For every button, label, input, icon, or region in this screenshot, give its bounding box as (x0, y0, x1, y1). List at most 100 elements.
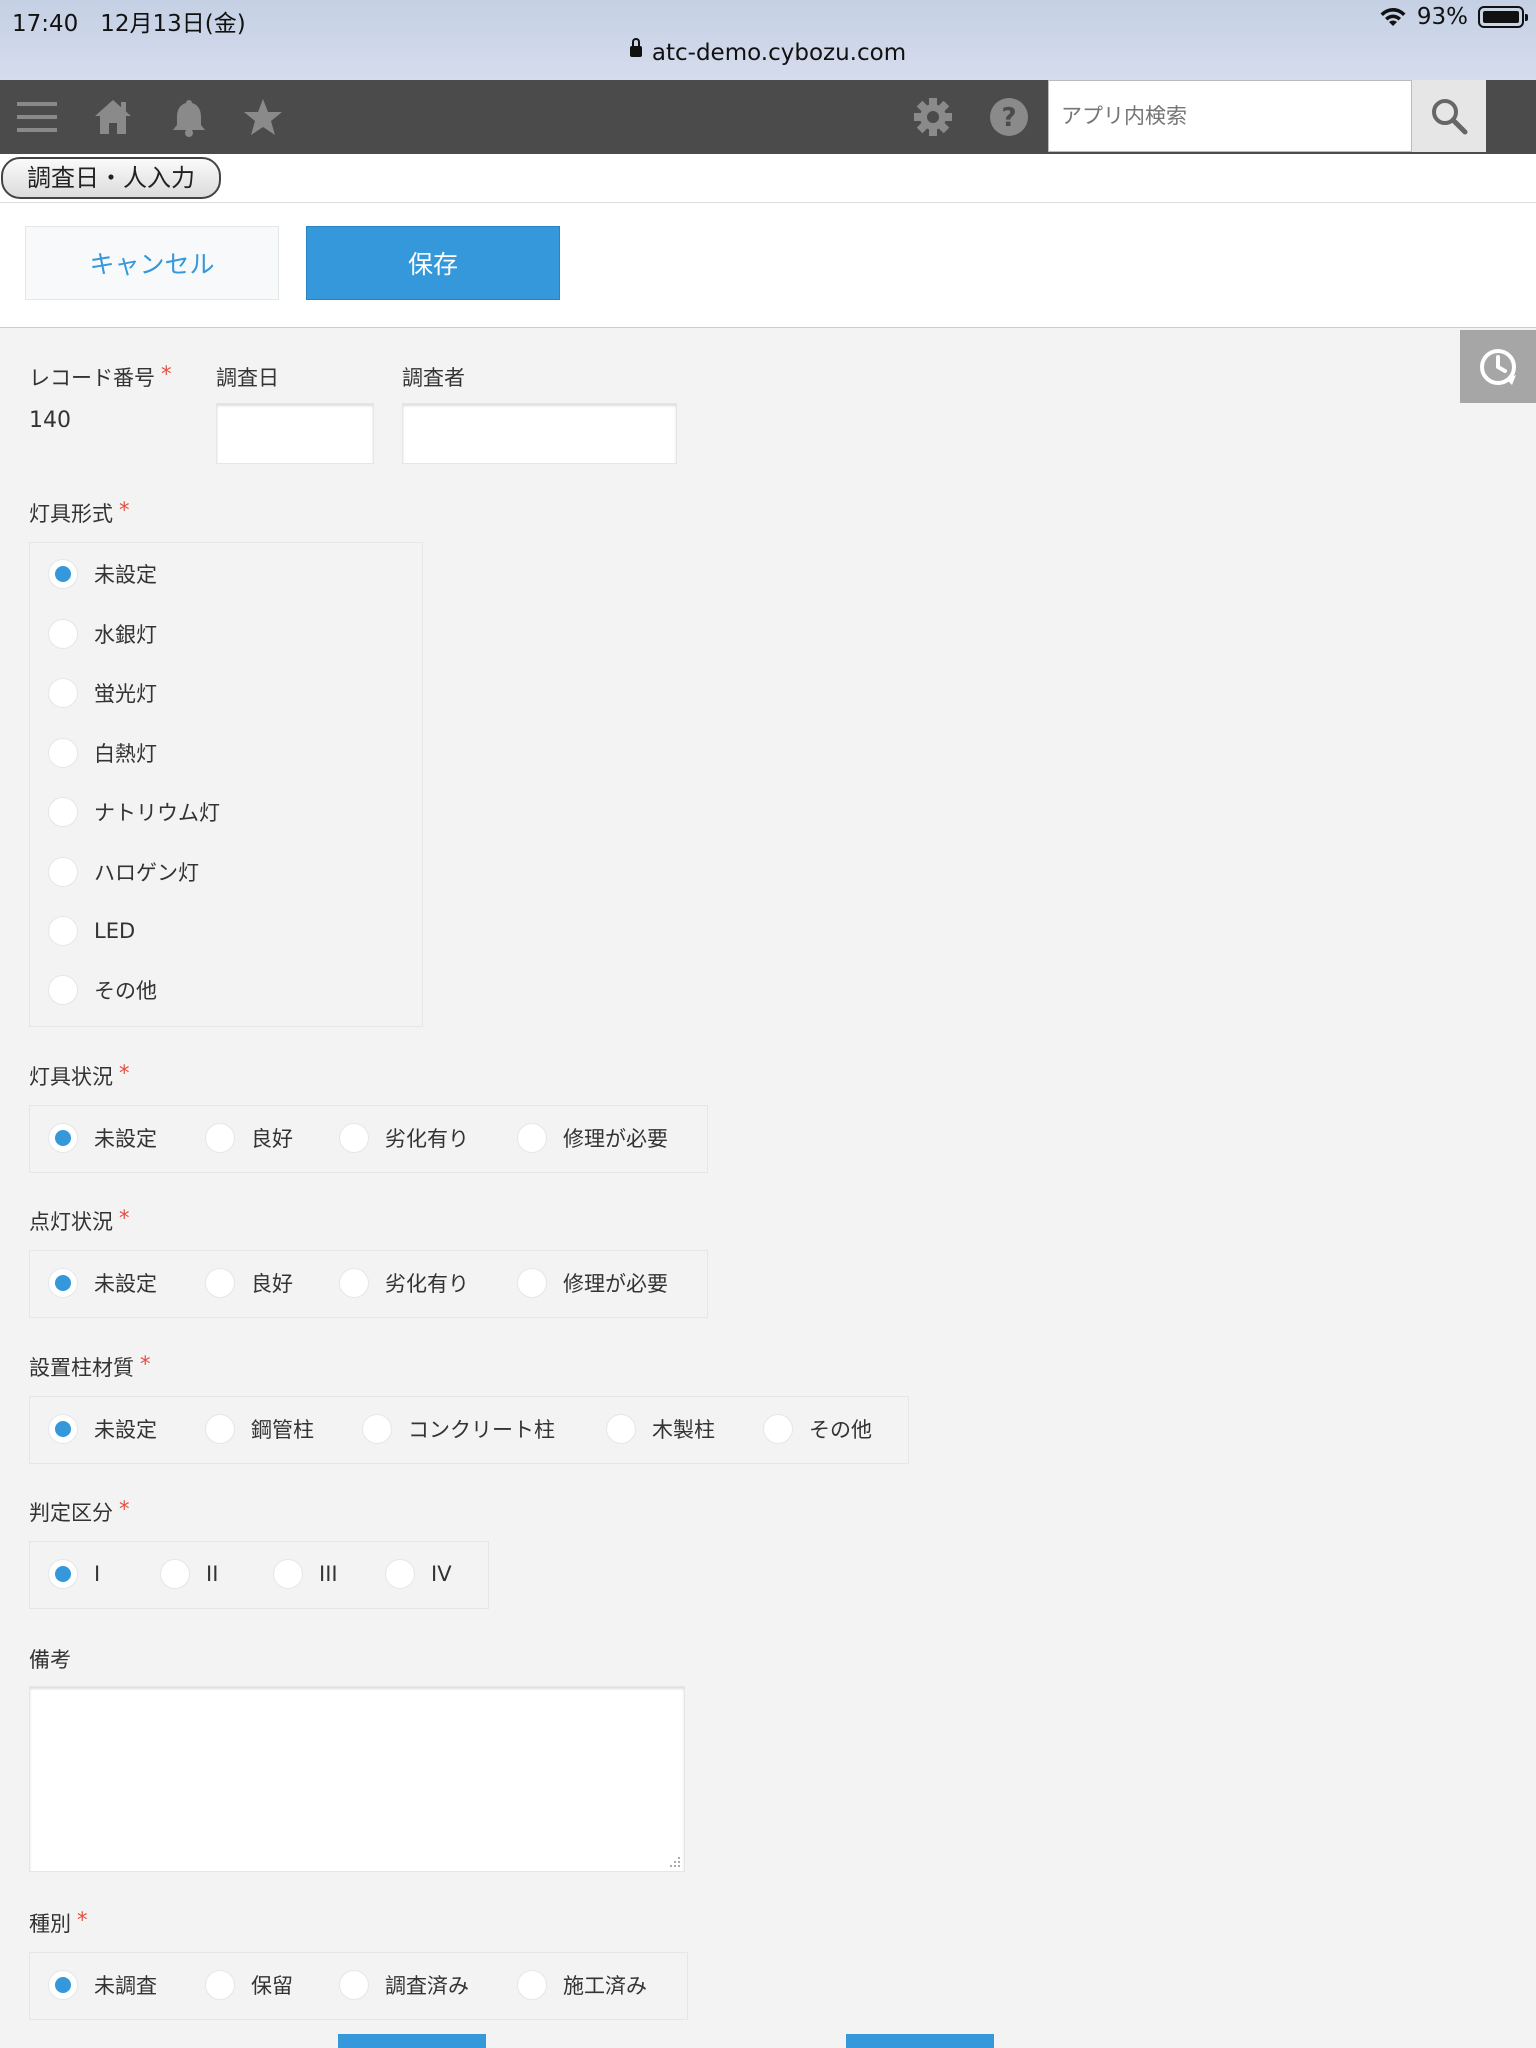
pole-material-option[interactable]: 鋼管柱 (205, 1414, 314, 1444)
star-icon[interactable] (240, 80, 286, 154)
radio-button[interactable] (160, 1559, 190, 1589)
record-number-value: 140 (29, 408, 71, 433)
fixture-type-option[interactable]: 水銀灯 (48, 619, 157, 649)
radio-button[interactable] (273, 1559, 303, 1589)
fixture-condition-option[interactable]: 良好 (205, 1123, 293, 1153)
radio-button[interactable] (48, 678, 78, 708)
fixture-condition-radio-group: 未設定 良好 劣化有り 修理が必要 (29, 1105, 708, 1173)
radio-button[interactable] (362, 1414, 392, 1444)
radio-button[interactable] (763, 1414, 793, 1444)
date: 12月13日(金) (100, 11, 246, 37)
radio-button[interactable] (48, 1559, 78, 1589)
lighting-condition-option[interactable]: 劣化有り (339, 1268, 469, 1298)
bottom-button-left[interactable] (338, 2034, 486, 2048)
lighting-condition-radio-group: 未設定 良好 劣化有り 修理が必要 (29, 1250, 708, 1318)
url-text: atc-demo.cybozu.com (651, 40, 907, 66)
radio-button[interactable] (48, 916, 78, 946)
lighting-condition-option[interactable]: 修理が必要 (517, 1268, 668, 1298)
save-button[interactable]: 保存 (306, 226, 560, 300)
judgment-option[interactable]: IV (385, 1559, 452, 1589)
clock: 17:40 (12, 11, 79, 37)
bottom-button-right[interactable] (846, 2034, 994, 2048)
app-title-bar: 調査日・人入力 (0, 154, 1536, 203)
remarks-label: 備考 (29, 1648, 71, 1672)
judgment-option[interactable]: III (273, 1559, 338, 1589)
app-search-field[interactable] (1048, 80, 1412, 152)
category-option[interactable]: 調査済み (339, 1970, 469, 2000)
radio-button[interactable] (205, 1123, 235, 1153)
pole-material-option[interactable]: その他 (763, 1414, 872, 1444)
search-button[interactable] (1412, 80, 1486, 152)
radio-button[interactable] (48, 1268, 78, 1298)
radio-button[interactable] (339, 1268, 369, 1298)
radio-button[interactable] (48, 1123, 78, 1153)
lighting-condition-option[interactable]: 未設定 (48, 1268, 157, 1298)
fixture-type-option[interactable]: ナトリウム灯 (48, 797, 220, 827)
pole-material-radio-group: 未設定 鋼管柱 コンクリート柱 木製柱 その他 (29, 1396, 909, 1464)
resize-grip-icon[interactable] (666, 1853, 682, 1869)
judgment-option[interactable]: II (160, 1559, 218, 1589)
radio-button[interactable] (48, 1970, 78, 2000)
battery-icon (1478, 6, 1528, 28)
category-option[interactable]: 施工済み (517, 1970, 647, 2000)
pole-material-option[interactable]: 未設定 (48, 1414, 157, 1444)
radio-button[interactable] (339, 1970, 369, 2000)
radio-button[interactable] (48, 975, 78, 1005)
category-option[interactable]: 保留 (205, 1970, 293, 2000)
fixture-type-option[interactable]: 未設定 (48, 559, 157, 589)
fixture-type-label: 灯具形式 * (29, 498, 130, 526)
radio-button[interactable] (48, 797, 78, 827)
search-icon (1432, 99, 1468, 135)
fixture-type-option[interactable]: 蛍光灯 (48, 678, 157, 708)
remarks-textarea[interactable] (29, 1686, 685, 1872)
category-label: 種別 * (29, 1908, 88, 1936)
fixture-condition-option[interactable]: 未設定 (48, 1123, 157, 1153)
radio-button[interactable] (385, 1559, 415, 1589)
radio-button[interactable] (48, 619, 78, 649)
radio-button[interactable] (205, 1970, 235, 2000)
url-bar[interactable]: atc-demo.cybozu.com (0, 38, 1536, 66)
page-title[interactable]: 調査日・人入力 (1, 157, 221, 199)
status-indicators: 93% (1379, 4, 1528, 30)
question-icon[interactable]: ? (986, 80, 1032, 154)
search-input[interactable] (1049, 81, 1411, 151)
fixture-type-option[interactable]: 白熱灯 (48, 738, 157, 768)
pole-material-option[interactable]: コンクリート柱 (362, 1414, 555, 1444)
survey-date-label: 調査日 (216, 366, 279, 390)
survey-date-input[interactable] (216, 403, 374, 464)
side-panel-toggle[interactable] (1460, 330, 1536, 403)
history-icon (1480, 348, 1516, 385)
radio-button[interactable] (48, 738, 78, 768)
hamburger-menu-icon[interactable] (14, 80, 60, 154)
lighting-condition-label: 点灯状況 * (29, 1206, 130, 1234)
category-option[interactable]: 未調査 (48, 1970, 157, 2000)
bell-icon[interactable] (166, 80, 212, 154)
radio-button[interactable] (517, 1970, 547, 2000)
home-icon[interactable] (90, 80, 136, 154)
radio-button[interactable] (517, 1123, 547, 1153)
pole-material-option[interactable]: 木製柱 (606, 1414, 715, 1444)
surveyor-input[interactable] (402, 403, 677, 464)
gear-icon[interactable] (910, 80, 956, 154)
fixture-condition-option[interactable]: 修理が必要 (517, 1123, 668, 1153)
radio-button[interactable] (339, 1123, 369, 1153)
lock-icon (629, 38, 642, 57)
category-radio-group: 未調査 保留 調査済み 施工済み (29, 1952, 688, 2020)
radio-button[interactable] (205, 1414, 235, 1444)
radio-button[interactable] (517, 1268, 547, 1298)
judgment-option[interactable]: I (48, 1559, 100, 1589)
fixture-type-option[interactable]: ハロゲン灯 (48, 857, 199, 887)
lighting-condition-option[interactable]: 良好 (205, 1268, 293, 1298)
radio-button[interactable] (606, 1414, 636, 1444)
pole-material-label: 設置柱材質 * (29, 1352, 151, 1380)
radio-button[interactable] (48, 1414, 78, 1444)
radio-button[interactable] (205, 1268, 235, 1298)
fixture-condition-option[interactable]: 劣化有り (339, 1123, 469, 1153)
cancel-button[interactable]: キャンセル (25, 226, 279, 300)
svg-text:?: ? (1001, 103, 1016, 133)
radio-button[interactable] (48, 857, 78, 887)
radio-button[interactable] (48, 559, 78, 589)
status-time: 17:40 12月13日(金) (12, 4, 246, 38)
fixture-type-option[interactable]: LED (48, 916, 135, 946)
fixture-type-option[interactable]: その他 (48, 975, 157, 1005)
